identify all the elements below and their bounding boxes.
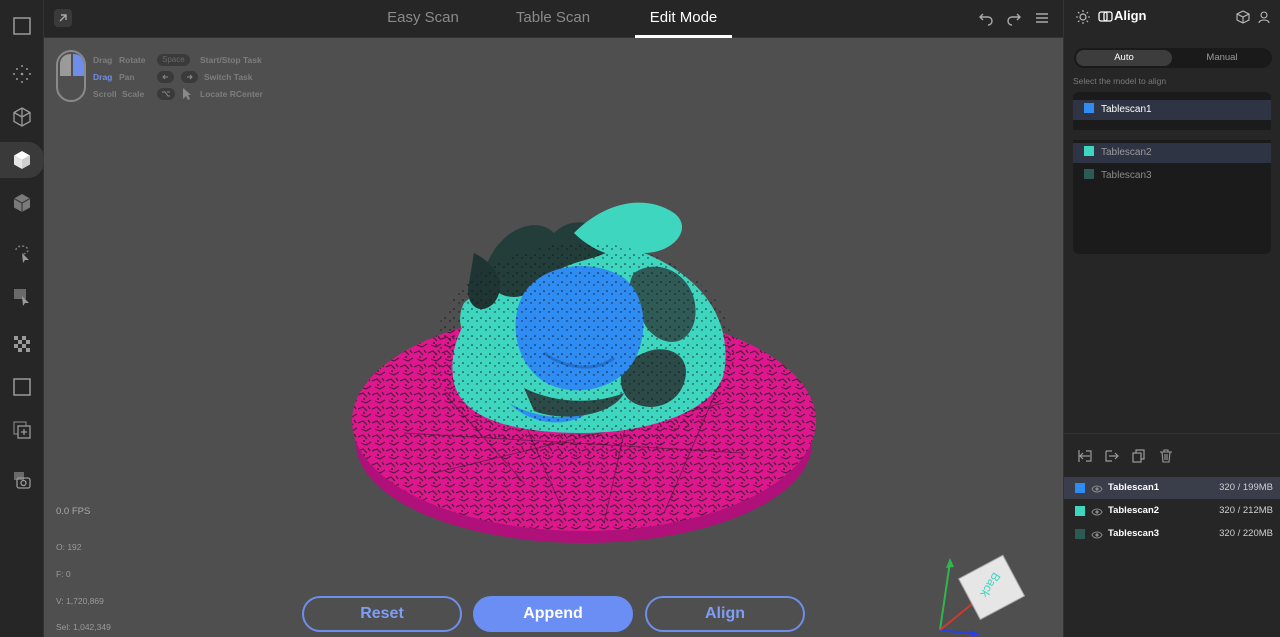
right-panel: Align Auto Manual Select the model to al… (1063, 0, 1280, 637)
scan-size: 320 / 220MB (1219, 528, 1273, 539)
mesh-cube-icon[interactable] (6, 187, 38, 219)
sun-icon[interactable] (1076, 10, 1090, 29)
cursor-icon (182, 87, 192, 106)
3d-viewport[interactable]: Drag Rotate Drag Pan Scroll Scale Space … (44, 38, 1063, 637)
add-layer-icon[interactable] (6, 414, 38, 446)
panel-title: Align (1114, 8, 1147, 23)
tab-table-scan[interactable]: Table Scan (510, 0, 596, 38)
space-key: Space (157, 54, 190, 66)
view-cube-gizmo[interactable]: Back (934, 538, 1034, 637)
hint-scroll: Scroll (93, 89, 117, 99)
hint-rotate: Rotate (119, 55, 146, 65)
undo-icon[interactable] (977, 9, 995, 27)
scan-color-swatch (1075, 483, 1085, 493)
model-name: Tablescan1 (1101, 104, 1152, 115)
align-icon (1098, 9, 1113, 29)
select-region-icon[interactable] (6, 10, 38, 42)
hint-locate: Locate RCenter (200, 89, 263, 99)
stat-f: F: 0 (56, 569, 71, 579)
visibility-eye-icon[interactable] (1091, 528, 1103, 540)
scan-list-item[interactable]: Tablescan1 320 / 199MB (1064, 477, 1280, 499)
app-window: Easy Scan Table Scan Edit Mode Drag Rota… (0, 0, 1280, 637)
redo-icon[interactable] (1005, 9, 1023, 27)
rect-select-icon[interactable] (6, 281, 38, 313)
import-icon[interactable] (1076, 447, 1094, 465)
moving-model-item[interactable]: Tablescan2 (1073, 143, 1271, 163)
model-name: Tablescan3 (1101, 170, 1152, 181)
hint-start-stop: Start/Stop Task (200, 55, 262, 65)
visibility-eye-icon[interactable] (1091, 505, 1103, 517)
screenshot-camera-icon[interactable] (6, 464, 38, 496)
visibility-eye-icon[interactable] (1091, 482, 1103, 494)
stat-o: O: 192 (56, 542, 82, 552)
hint-drag-pan: Drag (93, 72, 113, 82)
point-cloud-icon[interactable] (6, 58, 38, 90)
model-color-swatch (1084, 103, 1094, 114)
left-toolbar (0, 0, 44, 637)
tab-easy-scan[interactable]: Easy Scan (382, 0, 464, 38)
scan-size: 320 / 212MB (1219, 505, 1273, 516)
hint-drag-rotate: Drag (93, 55, 113, 65)
scan-color-swatch (1075, 529, 1085, 539)
scan-name: Tablescan1 (1108, 482, 1160, 493)
app-logo-icon (54, 9, 72, 27)
stat-v: V: 1,720,869 (56, 596, 104, 606)
mouse-icon (56, 50, 86, 102)
alt-key-icon (157, 88, 175, 100)
fps-readout: 0.0 FPS (56, 506, 91, 517)
top-bar: Easy Scan Table Scan Edit Mode (44, 0, 1063, 38)
mode-segmented-control: Auto Manual (1074, 48, 1272, 68)
auto-mode-button[interactable]: Auto (1076, 50, 1172, 66)
wireframe-cube-icon[interactable] (6, 101, 38, 133)
align-panel-header: Align (1064, 0, 1280, 34)
align-button[interactable]: Align (645, 596, 805, 632)
scan-color-swatch (1075, 506, 1085, 516)
fixed-model-item[interactable]: Tablescan1 (1073, 100, 1271, 120)
scan-model[interactable] (344, 153, 834, 553)
mouse-hint-panel: Drag Rotate Drag Pan Scroll Scale Space … (56, 50, 276, 106)
model-group-divider (1073, 130, 1271, 140)
model-color-swatch (1084, 169, 1094, 180)
moving-model-item[interactable]: Tablescan3 (1073, 166, 1271, 186)
manual-mode-button[interactable]: Manual (1174, 50, 1270, 66)
reset-button[interactable]: Reset (302, 596, 462, 632)
hint-scale: Scale (122, 89, 145, 99)
scan-list-item[interactable]: Tablescan2 320 / 212MB (1064, 500, 1280, 522)
model-color-swatch (1084, 146, 1094, 157)
scan-list-item[interactable]: Tablescan3 320 / 220MB (1064, 523, 1280, 545)
tab-edit-mode[interactable]: Edit Mode (635, 0, 732, 38)
solid-cube-icon[interactable] (0, 142, 44, 178)
lasso-select-icon[interactable] (6, 238, 38, 270)
select-model-hint: Select the model to align (1073, 76, 1167, 86)
scan-name: Tablescan3 (1108, 528, 1160, 539)
user-settings-icon[interactable] (1258, 10, 1272, 29)
list-divider (1064, 433, 1280, 434)
hint-switch-task: Switch Task (204, 72, 253, 82)
duplicate-icon[interactable] (1130, 447, 1148, 465)
arrow-right-key-icon (181, 71, 198, 83)
menu-icon[interactable] (1033, 9, 1051, 27)
export-icon[interactable] (1103, 447, 1121, 465)
align-model-box: Tablescan1 Tablescan2 Tablescan3 (1073, 92, 1271, 254)
model-name: Tablescan2 (1101, 147, 1152, 158)
stat-sel: Sel: 1,042,349 (56, 622, 111, 632)
append-button[interactable]: Append (473, 596, 633, 632)
arrow-left-key-icon (157, 71, 174, 83)
checkerboard-icon[interactable] (6, 328, 38, 360)
frame-icon[interactable] (6, 371, 38, 403)
hint-pan: Pan (119, 72, 135, 82)
scan-name: Tablescan2 (1108, 505, 1160, 516)
delete-icon[interactable] (1157, 447, 1175, 465)
scan-size: 320 / 199MB (1219, 482, 1273, 493)
model-cube-icon[interactable] (1236, 10, 1250, 29)
